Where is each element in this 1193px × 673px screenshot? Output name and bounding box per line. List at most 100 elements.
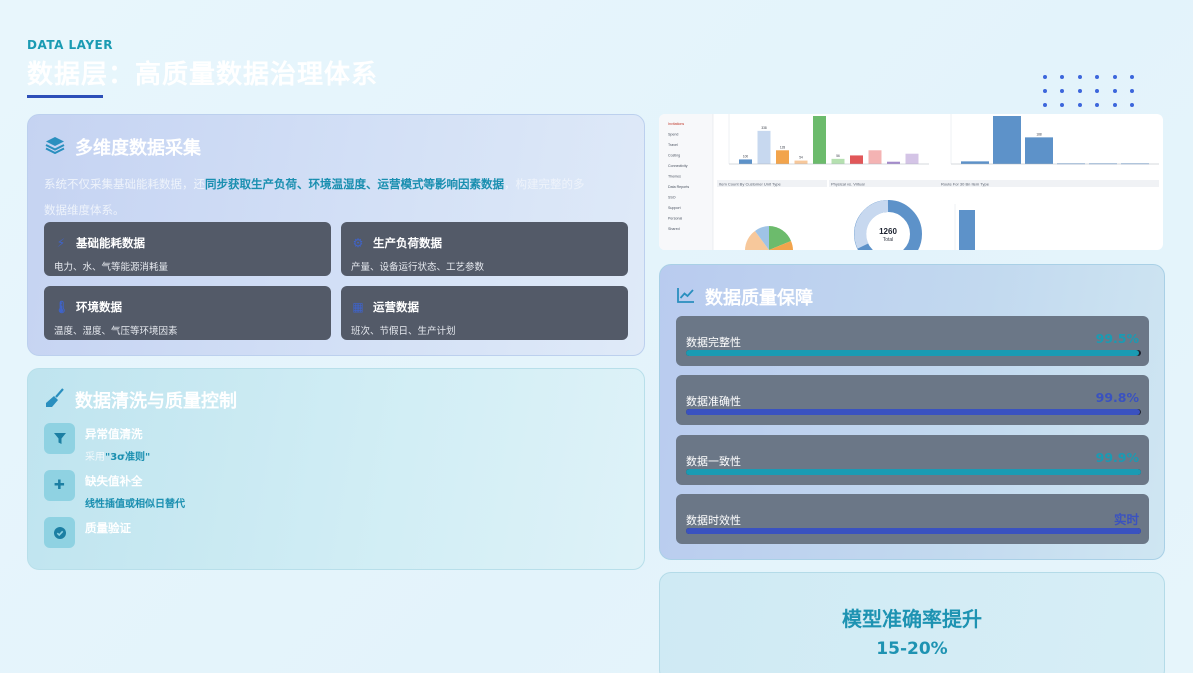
dash-bar-left-label: 100: [743, 154, 749, 158]
dash-pie-title: Physical vs. Virtual: [831, 182, 865, 187]
cleaning-item-missing: ✚ 缺失值补全 线性插值或相似日替代: [44, 470, 185, 510]
dash-donut-chart: 1260 Total: [854, 200, 922, 250]
card-production-data: ⚙ 生产负荷数据 产量、设备运行状态、工艺参数: [341, 222, 628, 276]
metric-value: 实时: [1113, 512, 1139, 527]
collection-title: 多维度数据采集: [45, 134, 201, 160]
check-icon: [44, 517, 75, 548]
card-energy-data: ⚡ 基础能耗数据 电力、水、气等能源消耗量: [44, 222, 331, 276]
data-cleaning-panel: 数据清洗与质量控制 异常值清洗 采用"3σ准则" ✚ 缺失值补全 线性插值或相似…: [27, 368, 645, 570]
card-desc: 温度、湿度、气压等环境因素: [54, 326, 178, 337]
dash-bar-left: [905, 153, 919, 164]
metric-progress-track: [686, 469, 1141, 475]
section-eyebrow: DATA LAYER: [27, 38, 113, 52]
dash-bar-left: [831, 158, 845, 164]
dash-bar-left: [757, 130, 771, 164]
metric-progress-fill: [686, 409, 1141, 415]
broom-icon: [45, 387, 65, 413]
cleaning-item-desc: 采用"3σ准则": [85, 448, 150, 463]
layers-icon: [45, 136, 65, 159]
dash-bar-left-label: 338: [761, 126, 767, 130]
dash-donut-value: 1260: [879, 227, 897, 236]
metric-value: 99.9%: [1095, 450, 1139, 465]
bolt-icon: ⚡: [56, 236, 66, 250]
cleaning-item-title: 缺失值补全: [85, 474, 143, 488]
card-operations-data: ▦ 运营数据 班次、节假日、生产计划: [341, 286, 628, 340]
puzzle-icon: ✚: [44, 470, 75, 501]
line-chart-icon: [677, 287, 695, 308]
card-desc: 电力、水、气等能源消耗量: [54, 262, 169, 273]
cleaning-item-desc: 线性插值或相似日替代: [85, 495, 185, 510]
dash-bar-left: [850, 155, 863, 164]
collection-desc-suffix: ，构建完整的多: [504, 177, 585, 191]
dash-mid-title: Item Count By Customer Unit Type: [719, 182, 782, 187]
dash-bar-left-label: 128: [780, 145, 786, 149]
decorative-dots: [1036, 70, 1141, 112]
dash-nav-item: Personal: [668, 217, 682, 221]
dash-nav-item: Shared: [668, 227, 680, 231]
card-title: 基础能耗数据: [76, 236, 145, 250]
data-collection-panel: 多维度数据采集 系统不仅采集基础能耗数据，还同步获取生产负荷、环境温湿度、运营模…: [27, 114, 645, 356]
metric-value: 99.8%: [1095, 390, 1139, 405]
card-desc: 产量、设备运行状态、工艺参数: [351, 262, 485, 273]
metric-label: 数据时效性: [686, 514, 741, 527]
collection-description: 系统不仅采集基础能耗数据，还同步获取生产负荷、环境温湿度、运营模式等影响因素数据…: [44, 171, 634, 223]
quality-title: 数据质量保障: [677, 284, 813, 310]
metric-progress-fill: [686, 350, 1139, 356]
dash-nav-item: Data Reports: [668, 185, 689, 189]
collection-desc-prefix: 系统不仅采集基础能耗数据，还: [44, 177, 205, 191]
dash-nav-item: Themes: [668, 175, 681, 179]
page-title: 数据层：高质量数据治理体系: [27, 60, 379, 90]
dash-bar-left: [794, 160, 808, 164]
calendar-icon: ▦: [352, 300, 364, 314]
card-desc: 班次、节假日、生产计划: [351, 326, 456, 337]
dash-bar-right: [993, 116, 1021, 164]
dashboard-screenshot-svg: Invitations Spend Travel Costing Connectivit…: [659, 114, 1159, 250]
dash-right-title: Route For 30 Bn Item Type: [941, 182, 990, 187]
dash-bar-right: [1025, 137, 1053, 164]
cleaning-item-title: 异常值清洗: [85, 427, 143, 441]
dash-nav-item: Connectivity: [668, 164, 688, 168]
dash-nav-item: Spend: [668, 133, 678, 137]
metric-progress-track: [686, 409, 1141, 415]
dash-nav-item: Travel: [668, 143, 678, 147]
dash-nav-item: SSO: [668, 196, 676, 200]
thermometer-icon: 🌡: [54, 300, 70, 314]
dash-nav-item: Costing: [668, 154, 680, 158]
dash-bar-left: [887, 161, 900, 164]
dash-right-bar: [959, 210, 975, 250]
card-title: 生产负荷数据: [373, 236, 442, 250]
metric-value: 99.5%: [1095, 331, 1139, 346]
quality-metric-row: 数据准确性 99.8%: [676, 375, 1149, 425]
cleaning-item-desc-highlight: 线性插值或相似日替代: [85, 499, 185, 510]
cleaning-title: 数据清洗与质量控制: [45, 387, 237, 413]
data-quality-panel: 数据质量保障 数据完整性 99.5% 数据准确性 99.8% 数据一致性 99.…: [659, 264, 1165, 560]
metric-progress-fill: [686, 528, 1141, 534]
card-title: 运营数据: [373, 300, 419, 314]
dash-bar-right: [961, 161, 989, 164]
dash-donut-label: Total: [883, 237, 894, 243]
collection-desc-highlight: 同步获取生产负荷、环境温湿度、运营模式等影响因素数据: [205, 177, 504, 191]
result-value: 15-20%: [876, 639, 948, 659]
dashboard-screenshot: Invitations Spend Travel Costing Connectivit…: [659, 114, 1163, 250]
dash-nav-item: Support: [668, 206, 681, 210]
dash-bar-left: [776, 150, 789, 164]
collection-desc-line2: 数据维度体系。: [44, 203, 125, 217]
metric-label: 数据一致性: [686, 455, 741, 468]
quality-title-text: 数据质量保障: [705, 288, 813, 309]
cleaning-title-text: 数据清洗与质量控制: [75, 391, 237, 412]
accuracy-result-panel: 模型准确率提升 15-20%: [659, 572, 1165, 673]
dash-bar-left: [739, 159, 752, 164]
dash-bar-right-label: 188: [1036, 132, 1042, 136]
dash-bar-left-label: 54: [799, 156, 803, 160]
metric-progress-track: [686, 350, 1141, 356]
metric-label: 数据准确性: [686, 395, 741, 408]
cleaning-item-desc-highlight: "3σ准则": [105, 452, 151, 463]
cleaning-item-validation: 质量验证: [44, 517, 131, 548]
metric-progress-track: [686, 528, 1141, 534]
dash-mini-pie: [745, 226, 793, 250]
card-title: 环境数据: [76, 300, 122, 314]
dash-bar-left: [813, 116, 826, 164]
result-title: 模型准确率提升: [842, 607, 982, 631]
metric-progress-fill: [686, 469, 1141, 475]
card-environment-data: 🌡 环境数据 温度、湿度、气压等环境因素: [44, 286, 331, 340]
